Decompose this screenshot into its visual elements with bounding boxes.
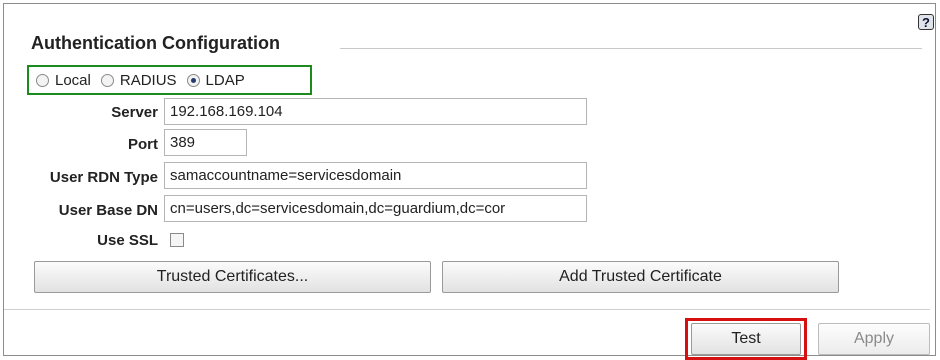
server-label: Server bbox=[111, 104, 158, 121]
use-ssl-checkbox[interactable] bbox=[170, 233, 184, 247]
port-label: Port bbox=[128, 136, 158, 153]
radio-option-ldap[interactable]: LDAP bbox=[186, 71, 245, 89]
radio-label-radius: RADIUS bbox=[119, 71, 177, 89]
radio-local[interactable] bbox=[36, 73, 49, 87]
test-button[interactable]: Test bbox=[691, 323, 801, 355]
user-base-dn-input[interactable] bbox=[164, 195, 587, 222]
radio-label-ldap: LDAP bbox=[205, 71, 245, 89]
user-rdn-type-label: User RDN Type bbox=[49, 169, 158, 186]
section-title: Authentication Configuration bbox=[31, 33, 280, 53]
help-icon[interactable]: ? bbox=[918, 14, 934, 30]
radio-ldap[interactable] bbox=[186, 73, 200, 87]
radio-radius[interactable] bbox=[100, 73, 114, 87]
user-rdn-type-input[interactable] bbox=[164, 162, 587, 189]
port-input[interactable] bbox=[164, 129, 247, 156]
radio-option-local[interactable]: Local bbox=[36, 72, 91, 89]
user-base-dn-label: User Base DN bbox=[58, 202, 158, 219]
trusted-certificates-button[interactable]: Trusted Certificates... bbox=[34, 261, 431, 293]
apply-button[interactable]: Apply bbox=[818, 323, 930, 355]
use-ssl-label: Use SSL bbox=[97, 232, 158, 249]
title-divider bbox=[340, 48, 922, 49]
add-trusted-certificate-button[interactable]: Add Trusted Certificate bbox=[442, 261, 839, 293]
auth-method-group: Local RADIUS LDAP bbox=[27, 65, 312, 95]
footer-divider bbox=[4, 309, 930, 310]
radio-option-radius[interactable]: RADIUS bbox=[100, 71, 177, 89]
server-input[interactable] bbox=[164, 98, 587, 125]
radio-label-local: Local bbox=[55, 71, 91, 89]
